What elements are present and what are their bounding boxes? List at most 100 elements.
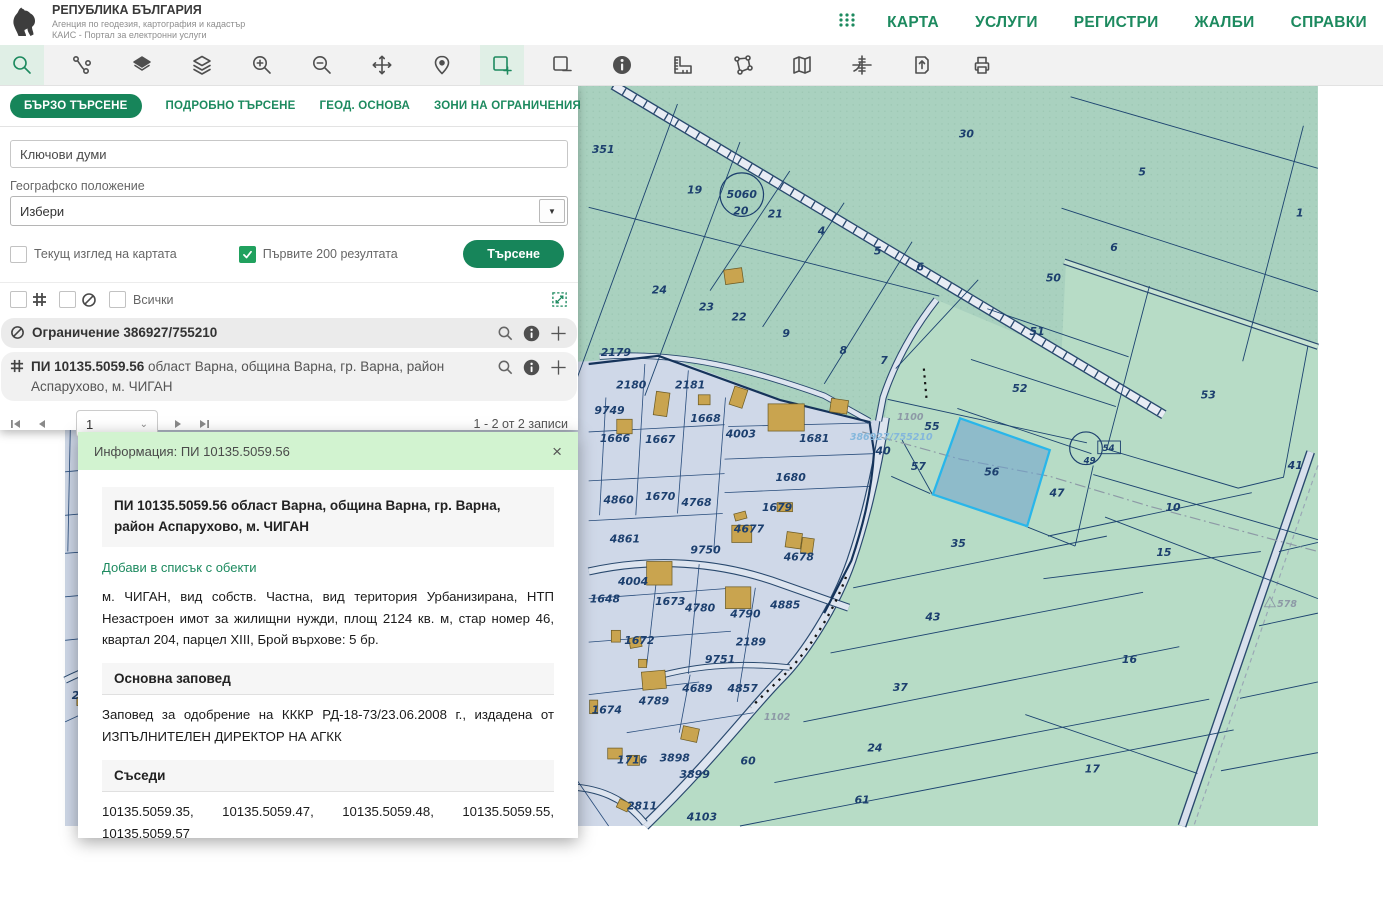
result-filter-row: Всички xyxy=(0,283,578,314)
map-parcel-label: 1666 xyxy=(600,432,631,445)
locate-pin-icon[interactable] xyxy=(420,45,464,85)
map-parcel-label: 60 xyxy=(741,754,757,767)
map-toolbar xyxy=(0,45,1383,86)
add-result-icon[interactable] xyxy=(549,324,568,343)
measure-area-icon[interactable] xyxy=(720,45,764,85)
add-to-object-list-link[interactable]: Добави в списък с обекти xyxy=(102,560,257,575)
map-parcel-label: 57 xyxy=(911,460,927,473)
map-parcel-label: 1648 xyxy=(590,592,621,605)
map-parcel-label: 4790 xyxy=(729,608,761,621)
layers-icon[interactable] xyxy=(120,45,164,85)
last-page-button[interactable] xyxy=(198,418,210,430)
result-row-restriction[interactable]: Ограничение 386927/755210 xyxy=(1,318,577,348)
keywords-input[interactable] xyxy=(10,140,568,168)
tab-restriction-zones[interactable]: ЗОНИ НА ОГРАНИЧЕНИЯ xyxy=(434,100,581,112)
nav-karta[interactable]: КАРТА xyxy=(887,14,939,32)
map-parcel-label: 578 xyxy=(1277,599,1297,610)
map-parcel-label: 1 xyxy=(1296,206,1304,219)
zoom-out-icon[interactable] xyxy=(300,45,344,85)
map-parcel-label: 1672 xyxy=(624,634,654,647)
prev-page-button[interactable] xyxy=(36,418,48,430)
map-parcel-label: 10 xyxy=(1165,501,1181,514)
zoom-to-result-icon[interactable] xyxy=(497,325,514,342)
map-parcel-label: 9750 xyxy=(690,543,721,556)
map-parcel-label: 5 xyxy=(1138,166,1146,179)
select-add-icon[interactable] xyxy=(480,45,524,85)
tab-quick-search[interactable]: БЪРЗО ТЪРСЕНЕ xyxy=(10,94,142,118)
map-parcel-label: 30 xyxy=(959,128,975,141)
search-button[interactable]: Търсене xyxy=(463,240,564,268)
restrictions-filter-checkbox[interactable] xyxy=(59,291,76,308)
search-tabs: БЪРЗО ТЪРСЕНЕ ПОДРОБНО ТЪРСЕНЕ ГЕОД. ОСН… xyxy=(0,85,578,127)
map-parcel-label: 51 xyxy=(1030,325,1045,338)
map-parcel-label: 6 xyxy=(916,261,924,274)
brand-portal: КАИС - Портал за електронни услуги xyxy=(52,30,245,41)
zoom-to-results-icon[interactable] xyxy=(551,291,568,308)
zoom-in-icon[interactable] xyxy=(240,45,284,85)
map-parcel-label: 4857 xyxy=(727,682,759,695)
nav-uslugi[interactable]: УСЛУГИ xyxy=(975,14,1038,32)
select-features-icon[interactable] xyxy=(60,45,104,85)
map-parcel-label: 17 xyxy=(1085,763,1101,776)
add-result-icon[interactable] xyxy=(549,358,568,377)
chevron-down-icon[interactable]: ▼ xyxy=(539,199,565,223)
result-info-icon[interactable] xyxy=(523,325,540,342)
map-parcel-label: 2181 xyxy=(675,378,705,391)
results-list: Ограничение 386927/755210 ПИ 10135.5059.… xyxy=(0,318,578,401)
parcel-heading: ПИ 10135.5059.56 област Варна, община Ва… xyxy=(102,487,554,547)
neighbors-list: 10135.5059.35, 10135.5059.47, 10135.5059… xyxy=(102,801,554,845)
map-parcel-label: 9751 xyxy=(705,653,735,666)
all-filter-checkbox[interactable] xyxy=(109,291,126,308)
next-page-button[interactable] xyxy=(172,418,184,430)
coordinate-system-icon[interactable] xyxy=(840,45,884,85)
map-parcel-label: 61 xyxy=(855,793,870,806)
map-parcel-label: 21 xyxy=(768,207,783,220)
map-parcel-label: 4003 xyxy=(725,427,756,440)
map-parcel-label: 4885 xyxy=(769,599,800,612)
nav-spravki[interactable]: СПРАВКИ xyxy=(1291,14,1367,32)
tab-geodetic-basis[interactable]: ГЕОД. ОСНОВА xyxy=(320,100,411,112)
map-parcel-label: 4861 xyxy=(609,532,640,545)
map-parcel-label: 16 xyxy=(1122,653,1138,666)
map-parcel-label: 2811 xyxy=(627,800,657,813)
search-tool-button[interactable] xyxy=(0,45,44,85)
result-info-icon[interactable] xyxy=(523,359,540,376)
parcels-filter-checkbox[interactable] xyxy=(10,291,27,308)
current-view-checkbox[interactable] xyxy=(10,246,27,263)
info-panel-title: Информация: ПИ 10135.5059.56 xyxy=(94,444,290,459)
zoom-to-result-icon[interactable] xyxy=(497,359,514,376)
select-remove-icon[interactable] xyxy=(540,45,584,85)
tab-detailed-search[interactable]: ПОДРОБНО ТЪРСЕНЕ xyxy=(166,100,296,112)
first-page-button[interactable] xyxy=(10,418,22,430)
map-parcel-label: 56 xyxy=(984,465,1000,478)
map-parcel-label: 9749 xyxy=(594,404,625,417)
close-icon[interactable]: × xyxy=(552,443,562,460)
export-icon[interactable] xyxy=(900,45,944,85)
apps-grid-icon[interactable] xyxy=(837,10,857,35)
nav-registri[interactable]: РЕГИСТРИ xyxy=(1074,14,1159,32)
result-row-parcel[interactable]: ПИ 10135.5059.56 област Варна, община Ва… xyxy=(1,352,577,401)
current-view-label: Текущ изглед на картата xyxy=(34,247,177,261)
map-parcel-label: 4689 xyxy=(681,682,713,695)
nav-zhalbi[interactable]: ЖАЛБИ xyxy=(1195,14,1255,32)
print-icon[interactable] xyxy=(960,45,1004,85)
map-parcel-label: 386927/755210 xyxy=(850,432,933,443)
page-number: 1 xyxy=(86,417,93,432)
map-parcel-label: 52 xyxy=(1012,382,1027,395)
map-parcel-label: 4860 xyxy=(602,494,634,507)
info-tool-icon[interactable] xyxy=(600,45,644,85)
measure-length-icon[interactable] xyxy=(660,45,704,85)
parcel-grid-icon xyxy=(10,359,24,373)
map-parcel-label: 19 xyxy=(687,184,703,197)
pan-icon[interactable] xyxy=(360,45,404,85)
map-parcel-label: 55 xyxy=(924,420,939,433)
first200-checkbox[interactable] xyxy=(239,246,256,263)
layer-order-icon[interactable] xyxy=(180,45,224,85)
search-panel: БЪРЗО ТЪРСЕНЕ ПОДРОБНО ТЪРСЕНЕ ГЕОД. ОСН… xyxy=(0,85,578,430)
map-parcel-label: 4678 xyxy=(783,551,815,564)
map-parcel-label: 35 xyxy=(951,537,966,550)
geo-position-select[interactable]: Избери ▼ xyxy=(10,196,568,226)
map-parcel-label: 8 xyxy=(839,344,847,357)
map-sheets-icon[interactable] xyxy=(780,45,824,85)
map-parcel-label: 54 xyxy=(1103,444,1115,454)
